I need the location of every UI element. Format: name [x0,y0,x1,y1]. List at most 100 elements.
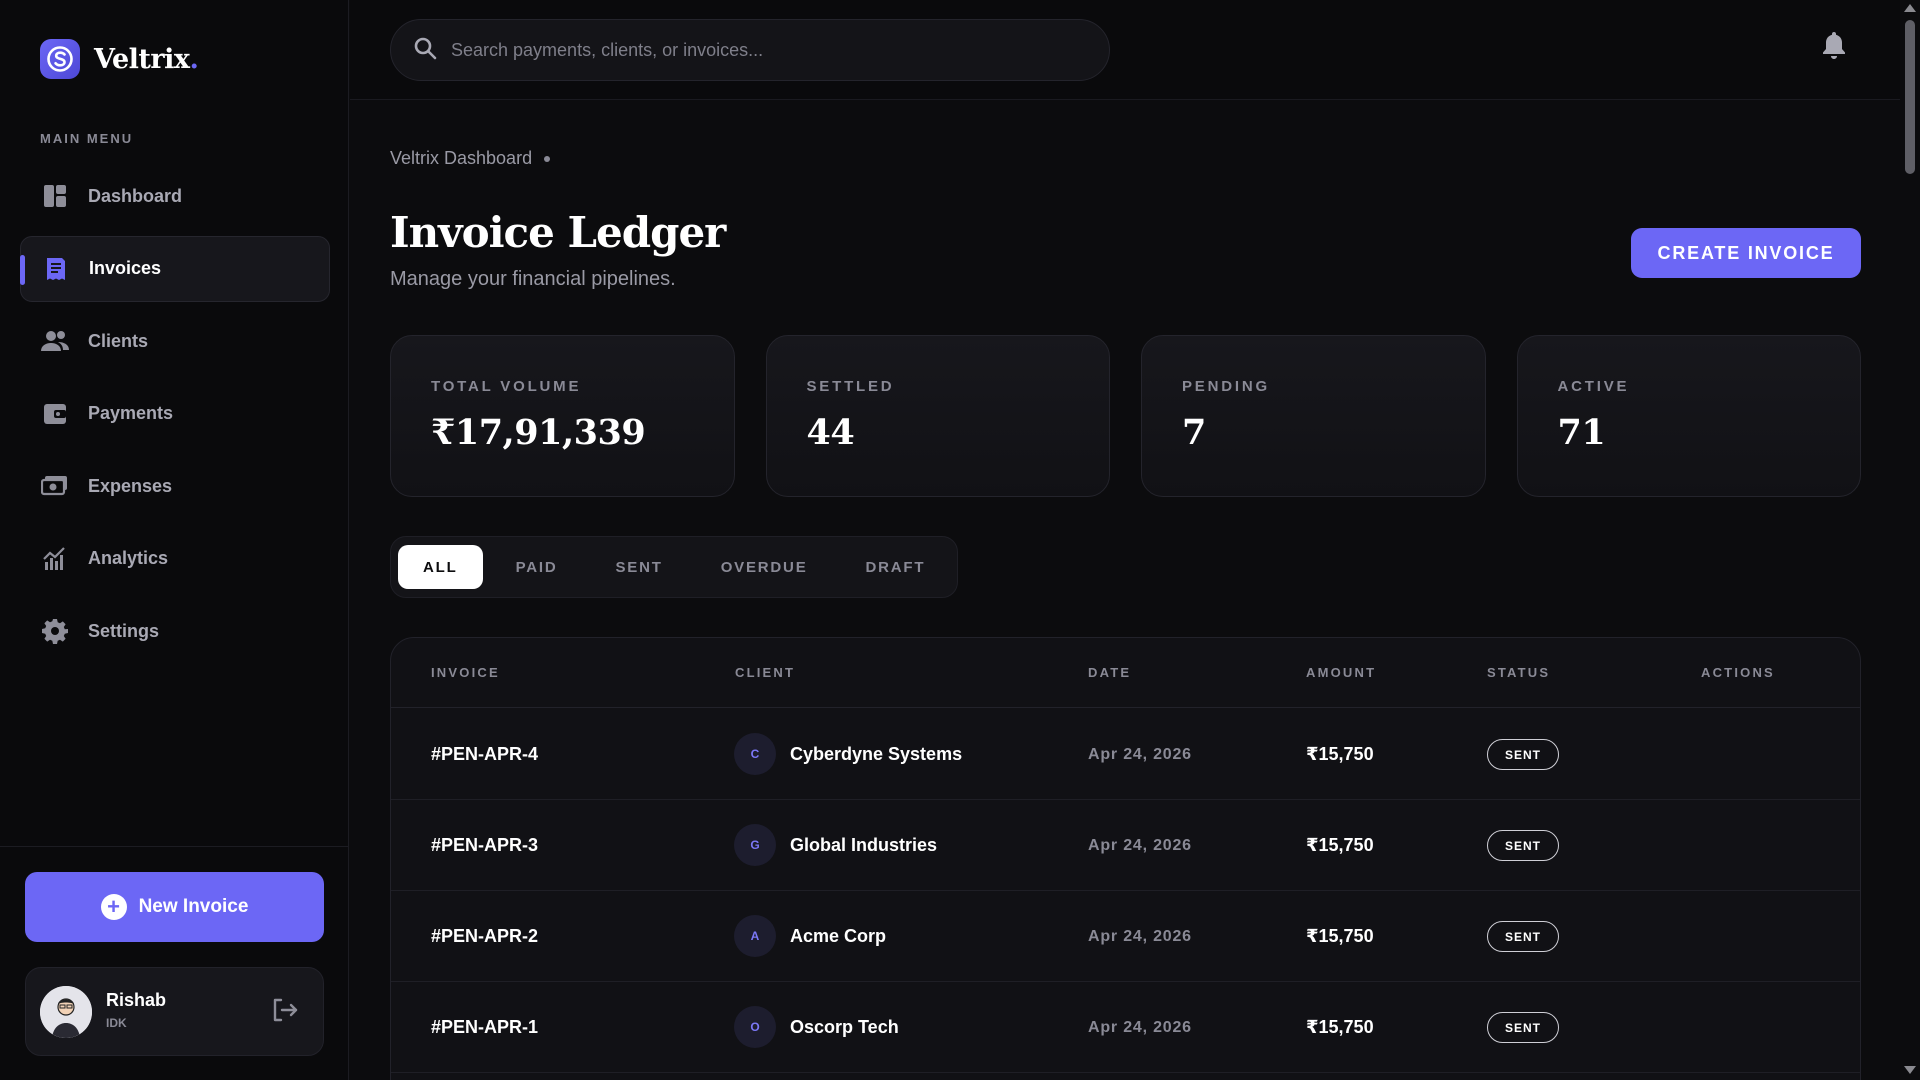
stat-label: ACTIVE [1557,378,1630,395]
invoice-amount: ₹15,750 [1306,744,1374,764]
stat-value: 7 [1182,412,1206,453]
sidebar-item-label: Payments [88,403,174,423]
invoice-date: Apr 24, 2026 [1088,837,1192,854]
client-name: Cyberdyne Systems [790,743,963,764]
notification-bell-icon[interactable] [1821,30,1851,62]
client-avatar: A [734,915,776,957]
sidebar-item-settings[interactable]: Settings [20,598,330,664]
search-bar[interactable] [390,19,1110,81]
client-cell: A Acme Corp [734,915,886,957]
invoice-amount: ₹15,750 [1306,926,1374,946]
breadcrumb-item[interactable]: Veltrix Dashboard [390,148,532,169]
client-cell: G Global Industries [734,824,937,866]
dashboard-icon [41,182,69,210]
scroll-down-arrow-icon[interactable] [1904,1066,1916,1074]
column-header-client[interactable]: CLIENT [735,665,795,680]
table-row[interactable]: #PEN-APR-4 C Cyberdyne Systems Apr 24, 2… [391,709,1860,800]
sidebar-item-label: Expenses [88,475,173,496]
avatar[interactable] [40,986,92,1038]
sidebar-item-expenses[interactable]: Expenses [20,453,330,519]
sidebar-item-label: Analytics [88,548,169,568]
table-row[interactable]: #PEN-APR-3 G Global Industries Apr 24, 2… [391,800,1860,891]
invoice-icon [42,255,70,283]
filter-tabs: ALL PAID SENT OVERDUE DRAFT [390,536,959,598]
page-subtitle: Manage your financial pipelines. [390,268,676,290]
client-name: Acme Corp [790,925,887,946]
user-subtitle: IDK [106,1016,127,1030]
sidebar-item-label: Clients [88,330,149,351]
column-header-date[interactable]: DATE [1088,665,1131,680]
sidebar-item-label: Settings [88,620,160,641]
invoice-id[interactable]: #PEN-APR-4 [431,744,538,765]
new-invoice-button[interactable]: + New Invoice [25,872,324,942]
brand-name: Veltrix. [94,43,199,75]
column-header-actions: ACTIONS [1701,665,1775,680]
scroll-thumb[interactable] [1905,20,1915,174]
sidebar-item-clients[interactable]: Clients [20,308,330,374]
status-badge: SENT [1487,1012,1560,1043]
stat-label: PENDING [1182,378,1270,395]
search-icon [413,36,437,65]
stats-row: TOTAL VOLUME ₹17,91,339 SETTLED 44 PENDI… [390,335,1861,497]
user-name: Rishab [106,990,167,1010]
sidebar-item-dashboard[interactable]: Dashboard [20,163,330,229]
logo-icon [40,39,80,79]
client-avatar: G [734,824,776,866]
wallet-icon [41,400,69,428]
invoice-amount: ₹15,750 [1306,835,1374,855]
client-avatar: C [734,733,776,775]
user-card: Rishab IDK [25,967,324,1056]
breadcrumb-separator [544,155,551,162]
sidebar-item-invoices[interactable]: Invoices [20,235,330,302]
menu-label: MAIN MENU [40,131,134,146]
analytics-icon [41,545,69,573]
page-scrollbar[interactable] [1900,0,1920,1080]
create-invoice-button[interactable]: CREATE INVOICE [1631,228,1861,278]
column-header-status[interactable]: STATUS [1487,665,1550,680]
stat-card-total-volume: TOTAL VOLUME ₹17,91,339 [390,335,735,497]
invoice-id[interactable]: #PEN-APR-2 [431,926,538,947]
invoice-id[interactable]: #PEN-APR-3 [431,835,538,856]
scroll-up-arrow-icon[interactable] [1904,4,1916,12]
brand[interactable]: Veltrix. [40,39,199,79]
sidebar-item-label: Dashboard [88,185,183,206]
client-name: Global Industries [790,834,938,855]
tab-overdue[interactable]: OVERDUE [696,545,833,589]
stat-card-settled: SETTLED 44 [765,335,1110,497]
tab-draft[interactable]: DRAFT [841,545,951,589]
table-header: INVOICE CLIENT DATE AMOUNT STATUS ACTION… [391,638,1860,708]
column-header-amount[interactable]: AMOUNT [1306,665,1376,680]
sidebar-item-analytics[interactable]: Analytics [20,526,330,592]
sidebar-item-payments[interactable]: Payments [20,381,330,447]
status-badge: SENT [1487,739,1560,770]
logout-icon[interactable] [269,995,303,1029]
tab-sent[interactable]: SENT [591,545,688,589]
top-bar [350,0,1900,100]
users-icon [41,327,69,355]
cash-icon [41,472,69,500]
column-header-invoice[interactable]: INVOICE [431,665,500,680]
invoice-id[interactable]: #PEN-APR-1 [431,1017,538,1038]
invoice-amount: ₹15,750 [1306,1017,1374,1037]
stat-label: TOTAL VOLUME [431,378,582,395]
client-avatar: O [734,1006,776,1048]
stat-label: SETTLED [806,378,895,395]
client-cell: O Oscorp Tech [734,1006,899,1048]
stat-card-active: ACTIVE 71 [1516,335,1861,497]
stat-value: 71 [1557,412,1606,453]
table-row[interactable]: #PEN-APR-1 O Oscorp Tech Apr 24, 2026 ₹1… [391,982,1860,1073]
tab-paid[interactable]: PAID [491,545,583,589]
table-row[interactable]: #PEN-APR-2 A Acme Corp Apr 24, 2026 ₹15,… [391,891,1860,982]
stat-value: 44 [806,412,855,453]
breadcrumb: Veltrix Dashboard [390,148,551,169]
invoice-date: Apr 24, 2026 [1088,928,1192,945]
status-badge: SENT [1487,921,1560,952]
tab-all[interactable]: ALL [398,545,483,589]
stat-card-pending: PENDING 7 [1141,335,1486,497]
client-name: Oscorp Tech [790,1016,899,1037]
client-cell: C Cyberdyne Systems [734,733,962,775]
status-badge: SENT [1487,830,1560,861]
invoice-date: Apr 24, 2026 [1088,1019,1192,1036]
search-input[interactable] [451,39,1071,61]
invoice-date: Apr 24, 2026 [1088,746,1192,763]
